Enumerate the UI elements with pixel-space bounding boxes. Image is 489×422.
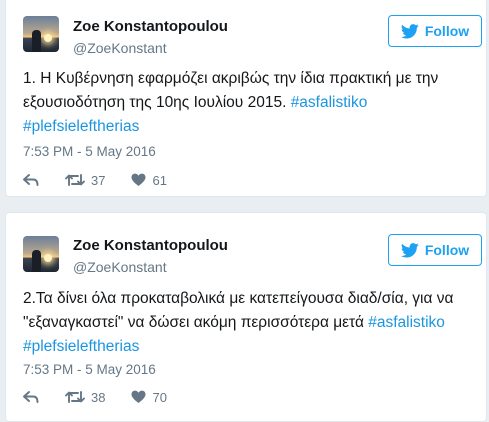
reply-icon [23,391,39,403]
tweet-timestamp[interactable]: 7:53 PM - 5 May 2016 [23,144,156,159]
bird-icon [400,23,419,39]
retweet-count: 38 [91,389,106,405]
hashtag-link[interactable]: #plefsieleftherias [23,338,139,355]
tweet-card: Zoe Konstantopoulou @ZoeKonstant Follow … [5,0,487,197]
tweet-body: 1. Η Κυβέρνηση εφαρμόζει ακριβώς την ίδι… [23,70,439,111]
tweet-text: 2.Τα δίνει όλα προκαταβολικά με κατεπείγ… [23,287,473,359]
avatar-figure [32,250,41,272]
tweet-timestamp[interactable]: 7:53 PM - 5 May 2016 [23,362,156,377]
follow-label: Follow [424,242,470,258]
retweet-icon [65,391,85,403]
reply-icon [23,174,39,186]
author-name[interactable]: Zoe Konstantopoulou [73,18,228,35]
author-name[interactable]: Zoe Konstantopoulou [73,237,228,254]
reply-button[interactable] [23,390,39,404]
retweet-count: 37 [91,172,106,188]
like-count: 70 [152,389,167,405]
follow-button[interactable]: Follow [388,234,482,266]
hashtag-link[interactable]: #plefsieleftherias [23,118,139,135]
tweet-text: 1. Η Κυβέρνηση εφαρμόζει ακριβώς την ίδι… [23,67,473,139]
like-button[interactable]: 61 [131,172,167,188]
heart-icon [131,390,146,403]
hashtag-link[interactable]: #asfalistiko [368,314,445,331]
follow-button[interactable]: Follow [388,15,482,47]
avatar-sun [44,34,52,42]
avatar-sun [44,254,52,262]
tweet-card: Zoe Konstantopoulou @ZoeKonstant Follow … [5,212,487,422]
bird-icon [400,242,419,258]
retweet-icon [65,174,85,186]
retweet-button[interactable]: 37 [65,173,105,188]
hashtag-link[interactable]: #asfalistiko [291,94,368,111]
tweet-actions: 37 61 [23,170,193,190]
follow-label: Follow [424,23,470,39]
avatar[interactable] [23,16,59,52]
heart-icon [131,173,146,186]
avatar-figure [32,30,41,52]
like-count: 61 [152,172,167,188]
reply-button[interactable] [23,173,39,187]
tweet-actions: 38 70 [23,387,193,407]
like-button[interactable]: 70 [131,389,167,405]
author-handle[interactable]: @ZoeKonstant [73,40,167,56]
tweet-feed: Zoe Konstantopoulou @ZoeKonstant Follow … [0,0,489,422]
retweet-button[interactable]: 38 [65,390,105,405]
avatar[interactable] [23,236,59,272]
author-handle[interactable]: @ZoeKonstant [73,259,167,275]
